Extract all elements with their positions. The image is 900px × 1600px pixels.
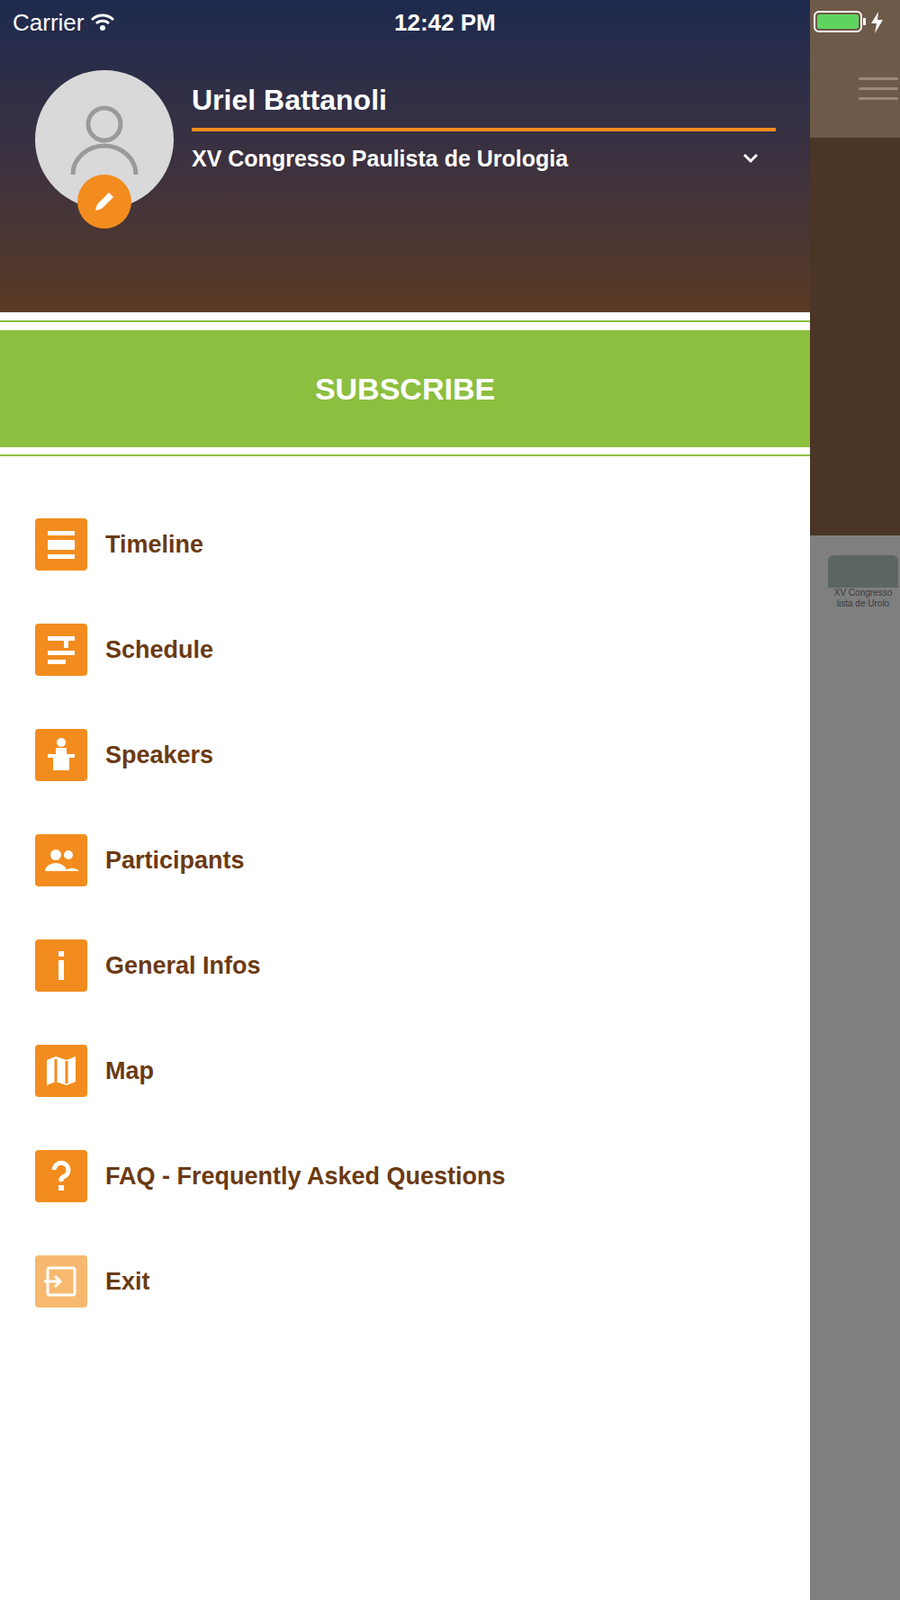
- menu-label: Schedule: [105, 634, 214, 666]
- info-icon: [35, 939, 88, 992]
- subscribe-button[interactable]: SUBSCRIBE: [0, 330, 810, 448]
- exit-icon: [35, 1255, 88, 1308]
- subscribe-label: SUBSCRIBE: [315, 366, 495, 413]
- user-name: Uriel Battanoli: [191, 82, 776, 117]
- menu-item[interactable]: Exit: [0, 1228, 810, 1334]
- edit-icon[interactable]: [77, 174, 132, 229]
- event-selector[interactable]: XV Congresso Paulista de Urologia: [191, 144, 776, 173]
- timeline-icon: [35, 518, 88, 571]
- question-icon: [35, 1150, 88, 1203]
- menu-label: Exit: [105, 1266, 151, 1297]
- carrier-label: Carrier: [12, 5, 84, 41]
- clock: 12:42 PM: [394, 5, 496, 41]
- logo-text: lista de Urolo: [837, 598, 890, 610]
- menu-item[interactable]: FAQ - Frequently Asked Questions: [0, 1123, 810, 1229]
- logo-text: XV Congresso: [834, 587, 892, 599]
- event-logo: XV Congressolista de Urolo: [826, 555, 900, 610]
- menu-item[interactable]: Timeline: [0, 491, 810, 597]
- menu-item[interactable]: General Infos: [0, 912, 810, 1018]
- schedule-icon: [35, 623, 88, 676]
- chevron-down-icon: [741, 152, 760, 165]
- side-drawer: Carrier 12:42 PM Uriel Battanoli XV Congres…: [0, 0, 810, 1600]
- avatar[interactable]: [35, 70, 174, 209]
- menu-label: Map: [105, 1055, 154, 1087]
- menu-list: Timeline Schedule Speakers Participants Gene…: [0, 456, 810, 1334]
- speaker-icon: [35, 729, 88, 782]
- menu-label: General Infos: [105, 950, 261, 981]
- battery-icon: [813, 10, 890, 35]
- menu-icon[interactable]: [858, 77, 899, 100]
- menu-item[interactable]: Map: [0, 1017, 810, 1124]
- wifi-icon: [90, 13, 115, 32]
- menu-item[interactable]: Schedule: [0, 596, 810, 702]
- divider: [191, 127, 776, 132]
- event-name: XV Congresso Paulista de Urologia: [191, 144, 568, 173]
- status-bar: Carrier 12:42 PM: [0, 0, 810, 45]
- menu-label: Participants: [105, 845, 245, 876]
- menu-item[interactable]: Participants: [0, 807, 810, 913]
- menu-label: Speakers: [105, 739, 214, 771]
- map-icon: [35, 1044, 88, 1098]
- participants-icon: [35, 834, 88, 887]
- header-photo: Carrier 12:42 PM Uriel Battanoli XV Congres…: [0, 0, 810, 313]
- menu-item[interactable]: Speakers: [0, 702, 810, 808]
- menu-label: Timeline: [105, 529, 204, 560]
- menu-label: FAQ - Frequently Asked Questions: [105, 1161, 506, 1192]
